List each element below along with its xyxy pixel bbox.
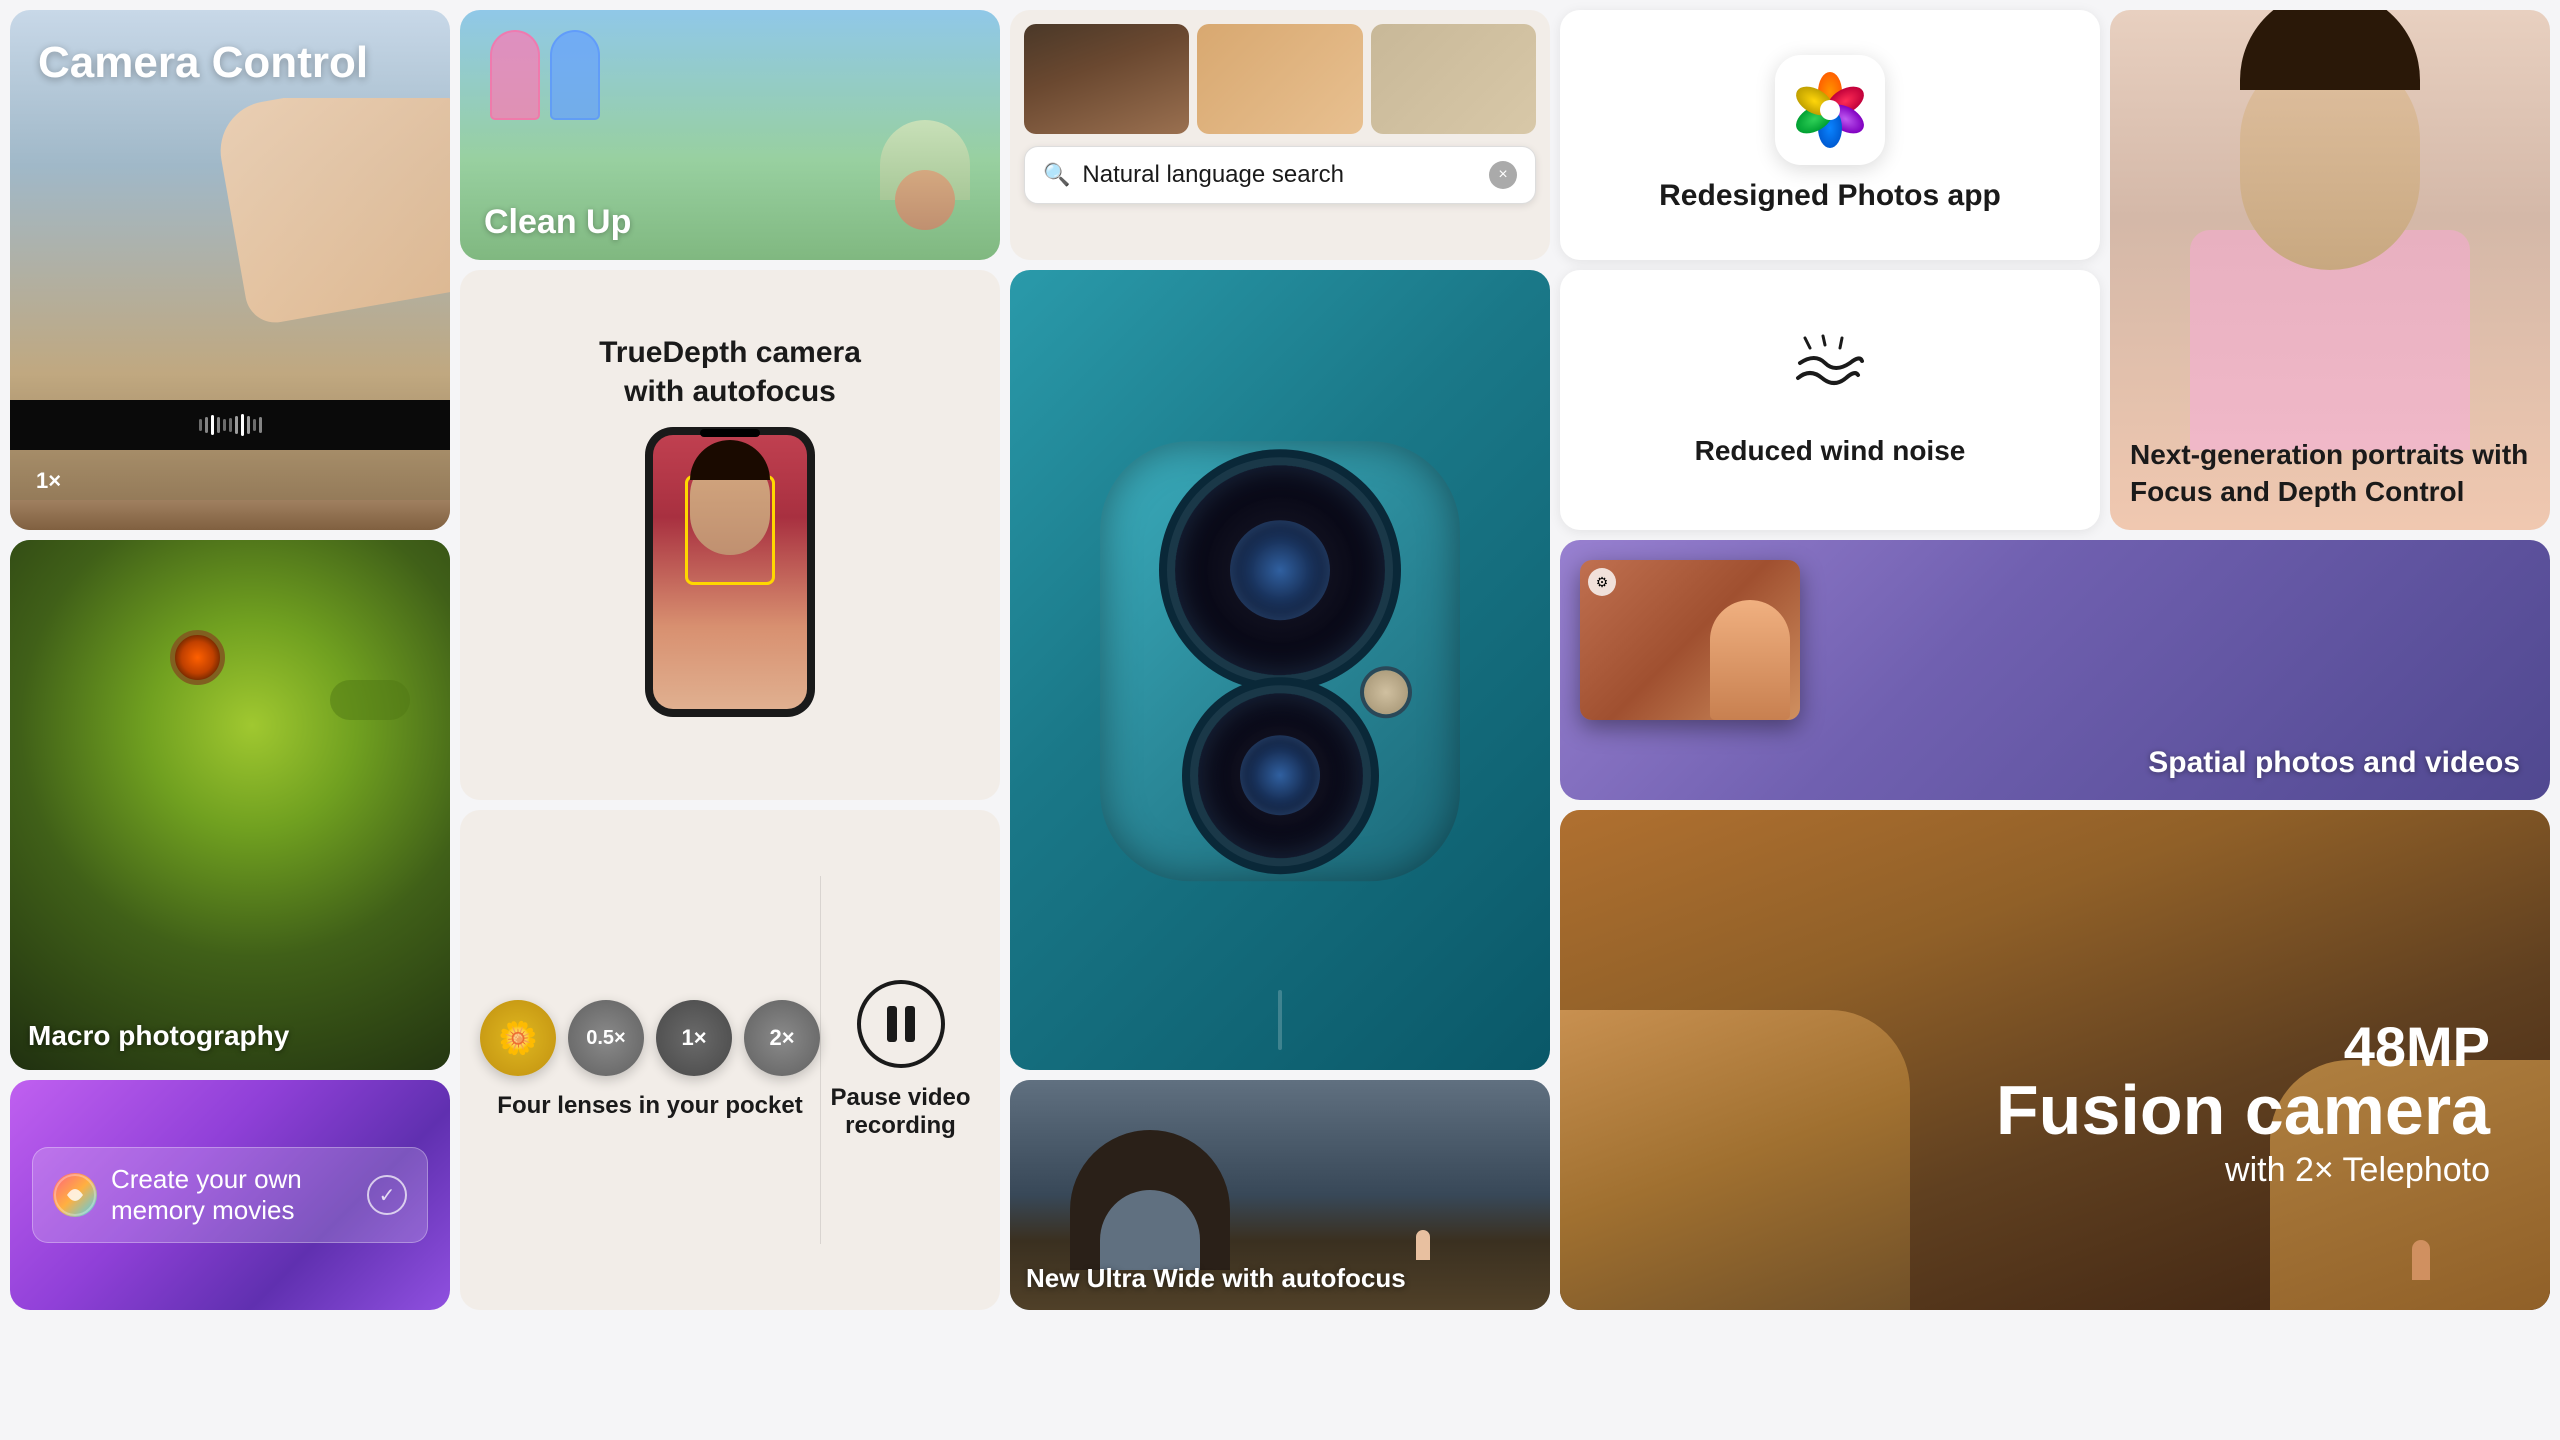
ultrawide-tile: New Ultra Wide with autofocus xyxy=(1010,1080,1550,1310)
secondary-lens xyxy=(1198,693,1363,858)
flash xyxy=(1364,670,1408,714)
1x-lens-btn[interactable]: 1× xyxy=(656,1000,732,1076)
fusion-sub-label: with 2× Telephoto xyxy=(1996,1151,2490,1190)
macro-label: Macro photography xyxy=(28,1020,289,1052)
main-lens xyxy=(1175,465,1385,675)
zoom-label: 1× xyxy=(36,468,61,494)
pause-label: Pause video recording xyxy=(821,1084,980,1140)
05x-lens-btn[interactable]: 0.5× xyxy=(568,1000,644,1076)
search-icon: 🔍 xyxy=(1043,162,1070,188)
photos-app-tile: Redesigned Photos app xyxy=(1560,10,2100,260)
nls-clear-btn[interactable]: × xyxy=(1489,161,1517,189)
macro-tile: Macro photography xyxy=(10,540,450,1070)
portraits-tile: Next-generation portraits with Focus and… xyxy=(2110,10,2550,530)
photos-app-title: Redesigned Photos app xyxy=(1659,177,2001,215)
nls-search-text: Natural language search xyxy=(1082,161,1477,189)
fusion-tile: 48MP Fusion camera with 2× Telephoto xyxy=(1560,810,2550,1310)
nls-tile: 🔍 Natural language search × xyxy=(1010,10,1550,260)
cleanup-tile: Clean Up xyxy=(460,10,1000,260)
macro-lens-btn[interactable]: 🌼 xyxy=(480,1000,556,1076)
memory-tile: Create your own memory movies ✓ xyxy=(10,1080,450,1310)
four-lenses-section: 🌼 0.5× 1× 2× Four lenses in your pocket xyxy=(480,1000,820,1120)
portraits-label: Next-generation portraits with Focus and… xyxy=(2130,437,2530,510)
lens-module xyxy=(1100,441,1460,881)
truedepth-title: TrueDepth camera with autofocus xyxy=(599,294,861,411)
fusion-top-label: 48MP xyxy=(1996,1019,2490,1075)
center-phone-tile xyxy=(1010,270,1550,1070)
pause-section: Pause video recording xyxy=(821,980,980,1140)
truedepth-tile: TrueDepth camera with autofocus xyxy=(460,270,1000,800)
wind-noise-title: Reduced wind noise xyxy=(1695,435,1966,467)
spatial-tile: ⚙ Spatial photos and videos xyxy=(1560,540,2550,800)
memory-confirm-btn[interactable]: ✓ xyxy=(367,1175,407,1215)
pause-button[interactable] xyxy=(857,980,945,1068)
cleanup-label: Clean Up xyxy=(460,185,655,260)
four-lenses-pause-tile: 🌼 0.5× 1× 2× Four lenses in your pocket xyxy=(460,810,1000,1310)
truedepth-phone xyxy=(645,427,815,717)
ultrawide-label: New Ultra Wide with autofocus xyxy=(1026,1263,1406,1294)
memory-icon xyxy=(53,1173,97,1217)
fusion-main-label: Fusion camera xyxy=(1996,1075,2490,1145)
memory-text: Create your own memory movies xyxy=(111,1164,353,1226)
photos-app-icon xyxy=(1775,55,1885,165)
nls-search-bar[interactable]: 🔍 Natural language search × xyxy=(1024,146,1536,204)
camera-control-tile: Camera Control xyxy=(10,10,450,530)
wind-noise-tile: Reduced wind noise xyxy=(1560,270,2100,530)
camera-control-title: Camera Control xyxy=(38,38,422,88)
wind-icon xyxy=(1790,333,1870,423)
lens-buttons-row: 🌼 0.5× 1× 2× xyxy=(480,1000,820,1076)
four-lenses-label: Four lenses in your pocket xyxy=(497,1092,802,1120)
memory-input-bar[interactable]: Create your own memory movies ✓ xyxy=(32,1147,428,1243)
2x-lens-btn[interactable]: 2× xyxy=(744,1000,820,1076)
spatial-label: Spatial photos and videos xyxy=(2148,746,2520,780)
